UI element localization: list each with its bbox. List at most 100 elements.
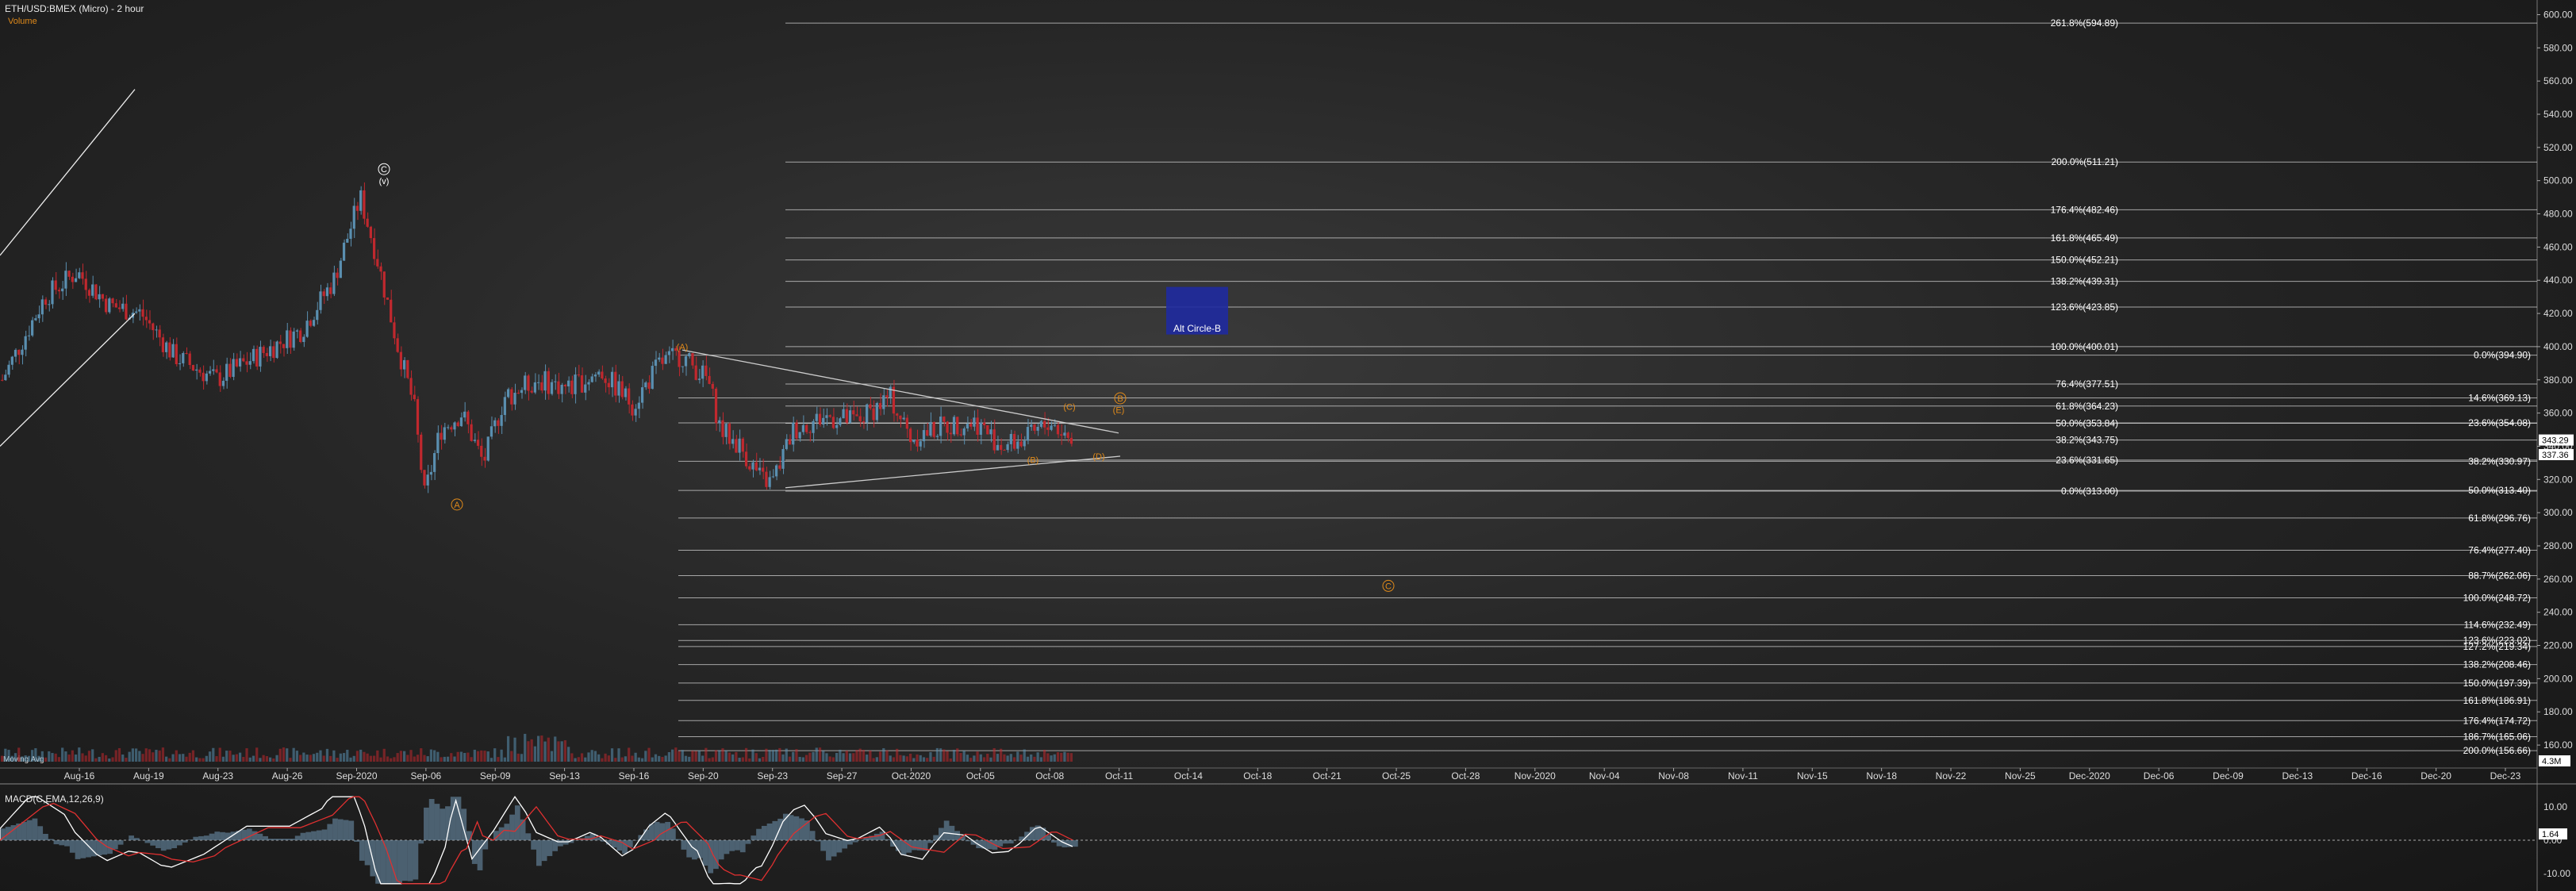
candle [1046, 427, 1050, 430]
volume-bar [543, 741, 547, 762]
volume-bar [272, 758, 275, 762]
volume-bar [862, 750, 866, 762]
macd-hist-bar [359, 840, 365, 861]
candle [795, 422, 798, 439]
y-tick-label: 420.00 [2543, 308, 2573, 319]
volume-bar [416, 755, 420, 762]
volume-bar [976, 751, 979, 762]
candle [952, 417, 956, 435]
volume-bar [547, 737, 550, 762]
candle [165, 342, 168, 352]
volume-bar [319, 750, 322, 762]
macd-hist-bar [112, 840, 118, 850]
volume-bar [640, 758, 644, 762]
candle [221, 380, 225, 386]
macd-hist-bar [777, 818, 783, 840]
volume-bar [919, 755, 922, 762]
macd-hist-bar [343, 820, 349, 840]
volume-bar [182, 754, 185, 762]
volume-bar [688, 756, 691, 762]
alt-circle-b-label: Alt Circle-B [1173, 323, 1221, 334]
candle [701, 365, 704, 379]
candle [399, 351, 402, 370]
candle [108, 298, 111, 313]
volume-bar [916, 754, 919, 762]
volume-bar [7, 750, 10, 762]
volume-bar [305, 755, 309, 762]
volume-bar [852, 753, 855, 762]
fib-label-right: 161.8%(186.91) [2463, 695, 2531, 706]
candle [121, 303, 125, 309]
volume-bar [651, 757, 654, 762]
volume-bar [644, 751, 647, 762]
volume-bar [959, 753, 962, 762]
macd-hist-bar [713, 840, 719, 870]
macd-hist-bar [337, 819, 344, 840]
x-tick-label: Oct-2020 [892, 770, 931, 782]
macd-hist-bar [912, 840, 917, 851]
candle [825, 415, 828, 418]
candle [135, 311, 138, 313]
volume-bar [808, 752, 812, 762]
candle [593, 374, 597, 377]
volume-bar [1016, 751, 1019, 762]
candle [557, 381, 560, 394]
x-tick-label: Oct-14 [1174, 770, 1203, 782]
volume-bar [1030, 754, 1033, 762]
candle [744, 451, 748, 467]
y-tick-label: 460.00 [2543, 241, 2573, 252]
volume-bar [13, 753, 17, 762]
candle [727, 424, 731, 444]
candle [1012, 433, 1016, 449]
candle [812, 421, 815, 433]
candle [44, 299, 48, 305]
candle [610, 371, 614, 388]
wave-label: (D) [1092, 452, 1104, 462]
macd-hist-bar [675, 839, 681, 840]
candle [78, 272, 81, 278]
candle [765, 471, 768, 487]
macd-hist-bar [424, 807, 429, 840]
volume-bar [433, 750, 436, 762]
candle [889, 386, 892, 397]
macd-hist-bar [413, 840, 419, 880]
macd-hist-bar [745, 840, 751, 844]
macd-hist-bar [220, 831, 225, 840]
volume-bar [724, 750, 727, 762]
volume-bar [423, 755, 426, 762]
volume-bar [727, 752, 731, 762]
candle [390, 299, 393, 323]
candle [355, 205, 359, 211]
candle [13, 349, 17, 357]
volume-bar [138, 751, 141, 762]
macd-hist-bar [756, 828, 762, 840]
volume-bar [628, 747, 631, 762]
x-tick-label: Nov-15 [1797, 770, 1828, 782]
candle [604, 378, 607, 383]
macd-hist-bar [402, 840, 408, 881]
x-tick-label: Sep-23 [757, 770, 788, 782]
volume-bar [278, 748, 282, 762]
candle [265, 352, 268, 356]
x-tick-label: Nov-22 [1936, 770, 1967, 782]
volume-bar [872, 758, 875, 762]
volume-bar [1009, 754, 1012, 762]
price-chart[interactable]: 160.00 180.00 200.00 220.00 240.00 260.00 280.… [0, 0, 2576, 891]
candle [171, 344, 175, 358]
volume-bar [125, 758, 128, 762]
volume-bar [952, 750, 956, 762]
volume-bar [111, 757, 114, 762]
candle [500, 415, 503, 426]
volume-bar [476, 751, 480, 762]
volume-bar [436, 751, 440, 762]
macd-hist-bar [321, 829, 328, 840]
volume-bar [161, 747, 165, 762]
candle [808, 432, 812, 433]
candle [218, 372, 221, 386]
volume-bar [889, 755, 892, 762]
volume-bar [178, 754, 182, 762]
candle [524, 375, 527, 390]
candle [882, 395, 885, 409]
candle [929, 421, 932, 436]
volume-bar [34, 748, 37, 762]
